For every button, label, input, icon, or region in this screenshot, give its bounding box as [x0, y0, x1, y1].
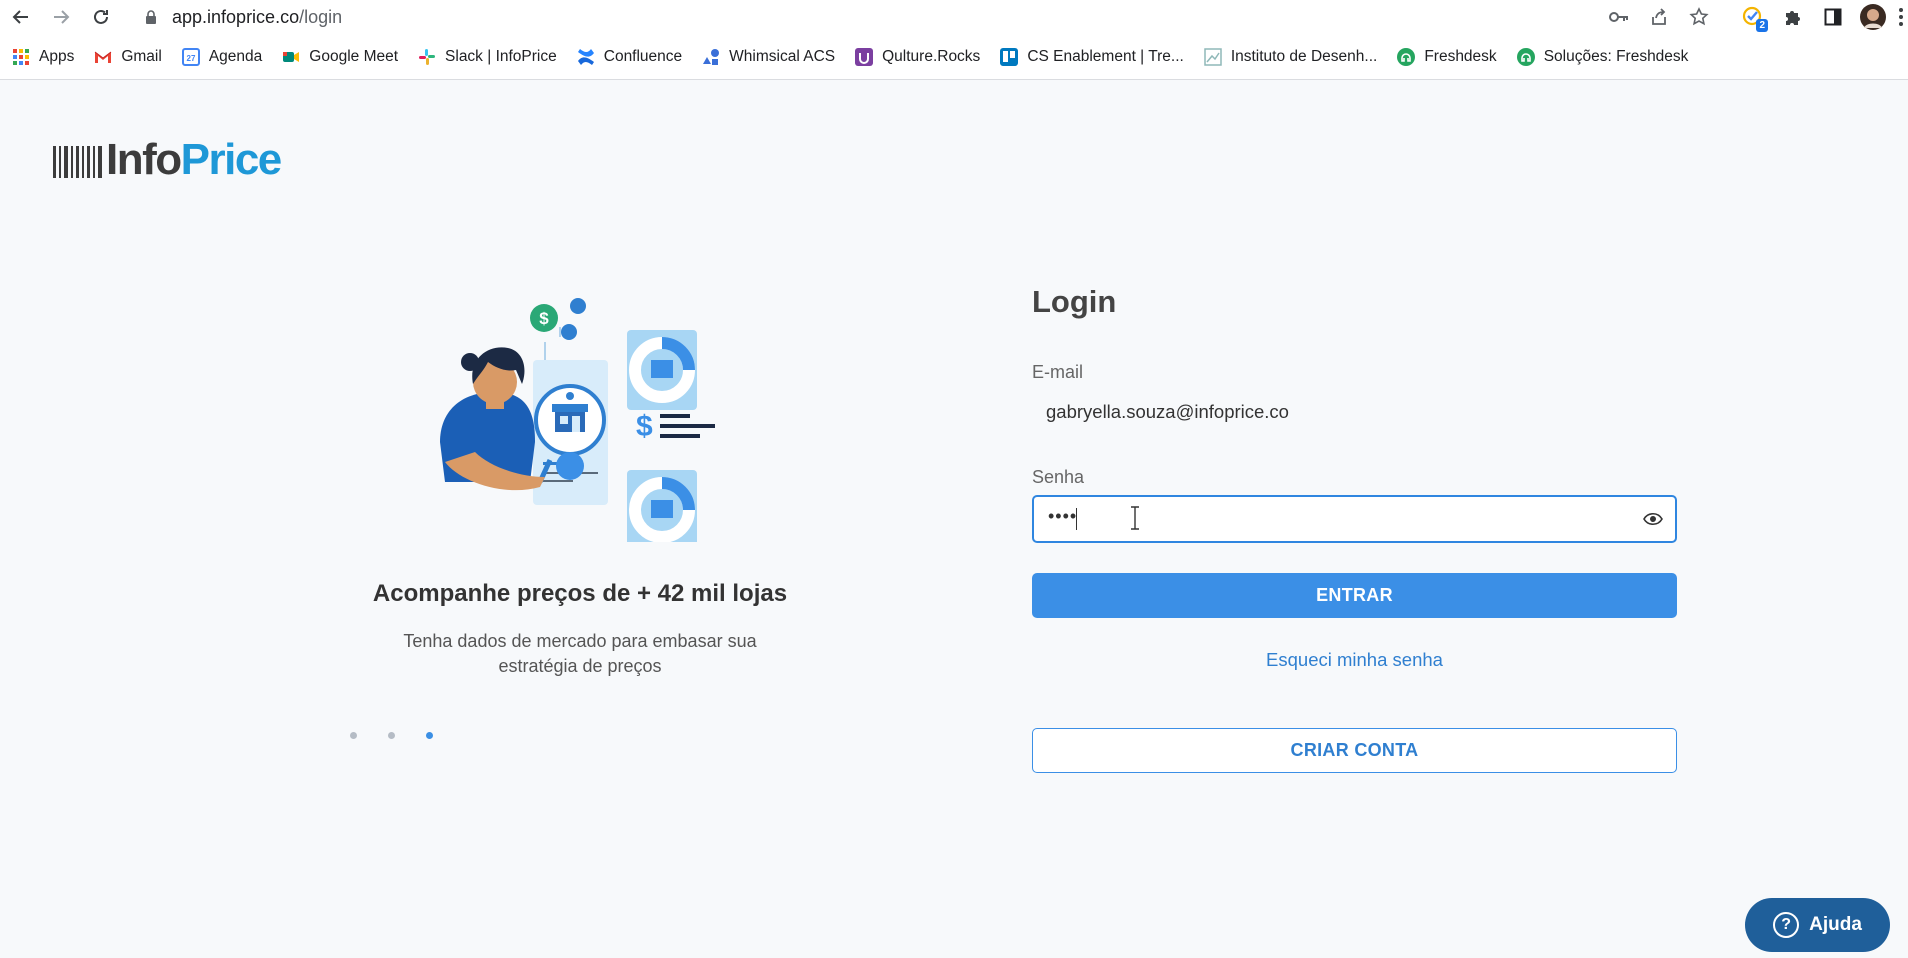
- logo-info-text: Info: [106, 135, 182, 184]
- gmail-icon: [94, 48, 112, 66]
- bookmark-solucoes-freshdesk[interactable]: Soluções: Freshdesk: [1516, 48, 1688, 66]
- email-field[interactable]: gabryella.souza@infoprice.co: [1046, 401, 1289, 423]
- bookmark-slack[interactable]: Slack | InfoPrice: [418, 48, 557, 66]
- svg-text:$: $: [539, 309, 549, 328]
- back-icon[interactable]: [8, 4, 34, 30]
- hero-subtitle: Tenha dados de mercado para embasar sua …: [403, 631, 757, 676]
- freshdesk-icon: [1516, 48, 1535, 66]
- freshdesk-icon: [1397, 48, 1416, 66]
- logo-price-text: Price: [180, 135, 283, 184]
- password-label: Senha: [1032, 467, 1085, 487]
- menu-icon[interactable]: [1894, 4, 1908, 30]
- help-label: Ajuda: [1809, 914, 1862, 935]
- bookmark-apps[interactable]: Apps: [12, 48, 74, 66]
- key-icon[interactable]: [1606, 4, 1632, 30]
- browser-chrome: app.infoprice.co/login 2 Apps Gmail 27 A…: [0, 0, 1908, 80]
- bookmark-instituto[interactable]: Instituto de Desenh...: [1204, 48, 1377, 66]
- whimsical-icon: [702, 48, 720, 66]
- bookmark-whimsical[interactable]: Whimsical ACS: [702, 48, 835, 66]
- address-bar[interactable]: app.infoprice.co/login: [144, 5, 342, 29]
- share-icon[interactable]: [1646, 4, 1672, 30]
- bookmark-google-meet[interactable]: Google Meet: [282, 48, 398, 66]
- question-icon: ?: [1773, 912, 1800, 938]
- instituto-icon: [1204, 48, 1222, 66]
- profile-avatar[interactable]: [1860, 4, 1886, 30]
- star-icon[interactable]: [1686, 4, 1712, 30]
- password-value: ••••: [1048, 506, 1078, 526]
- lock-icon: [146, 10, 156, 24]
- text-caret: [1076, 508, 1077, 530]
- qulture-icon: [855, 48, 874, 66]
- eye-icon[interactable]: [1643, 511, 1663, 527]
- barcode-logo-icon: [53, 146, 102, 178]
- task-extension-icon[interactable]: 2: [1740, 4, 1768, 32]
- carousel-dots: [350, 732, 464, 739]
- login-title: Login: [1032, 284, 1117, 319]
- meet-icon: [282, 48, 300, 66]
- email-label: E-mail: [1032, 362, 1084, 382]
- extension-badge: 2: [1756, 19, 1768, 32]
- svg-text:$: $: [636, 410, 653, 443]
- calendar-icon: 27: [181, 48, 200, 66]
- slack-icon: [418, 48, 436, 66]
- bookmark-agenda[interactable]: 27 Agenda: [181, 48, 262, 66]
- confluence-icon: [577, 48, 595, 66]
- reload-icon[interactable]: [88, 4, 114, 30]
- carousel-dot-3[interactable]: [426, 732, 433, 739]
- infoprice-logo[interactable]: InfoPrice: [53, 134, 282, 182]
- carousel-dot-2[interactable]: [388, 732, 395, 739]
- carousel-dot-1[interactable]: [350, 732, 357, 739]
- trello-icon: [1000, 48, 1019, 66]
- apps-grid-icon: [12, 48, 30, 66]
- text-cursor-icon: [1131, 506, 1139, 530]
- bookmarks-bar: Apps Gmail 27 Agenda Google Meet Slack |…: [0, 44, 1908, 70]
- price-tracking-illustration: $ $: [440, 298, 715, 542]
- password-field[interactable]: ••••: [1032, 495, 1677, 543]
- enter-button[interactable]: ENTRAR: [1032, 573, 1677, 618]
- bookmark-confluence[interactable]: Confluence: [577, 48, 682, 66]
- bookmark-trello[interactable]: CS Enablement | Tre...: [1000, 48, 1184, 66]
- svg-text:27: 27: [186, 54, 195, 63]
- hero-title: Acompanhe preços de + 42 mil lojas: [372, 580, 788, 607]
- help-button[interactable]: ? Ajuda: [1745, 898, 1890, 952]
- bookmark-gmail[interactable]: Gmail: [94, 48, 162, 66]
- toolbar-icons: 2: [1592, 4, 1908, 32]
- create-account-button[interactable]: CRIAR CONTA: [1032, 728, 1677, 773]
- url-path: /login: [299, 6, 343, 27]
- puzzle-icon[interactable]: [1780, 4, 1806, 30]
- forward-icon[interactable]: [48, 4, 74, 30]
- side-panel-icon[interactable]: [1820, 4, 1846, 30]
- url-host: app.infoprice.co: [172, 6, 300, 27]
- bookmark-freshdesk[interactable]: Freshdesk: [1397, 48, 1497, 66]
- forgot-password-link[interactable]: Esqueci minha senha: [1032, 649, 1677, 671]
- bookmark-qulture[interactable]: Qulture.Rocks: [855, 48, 980, 66]
